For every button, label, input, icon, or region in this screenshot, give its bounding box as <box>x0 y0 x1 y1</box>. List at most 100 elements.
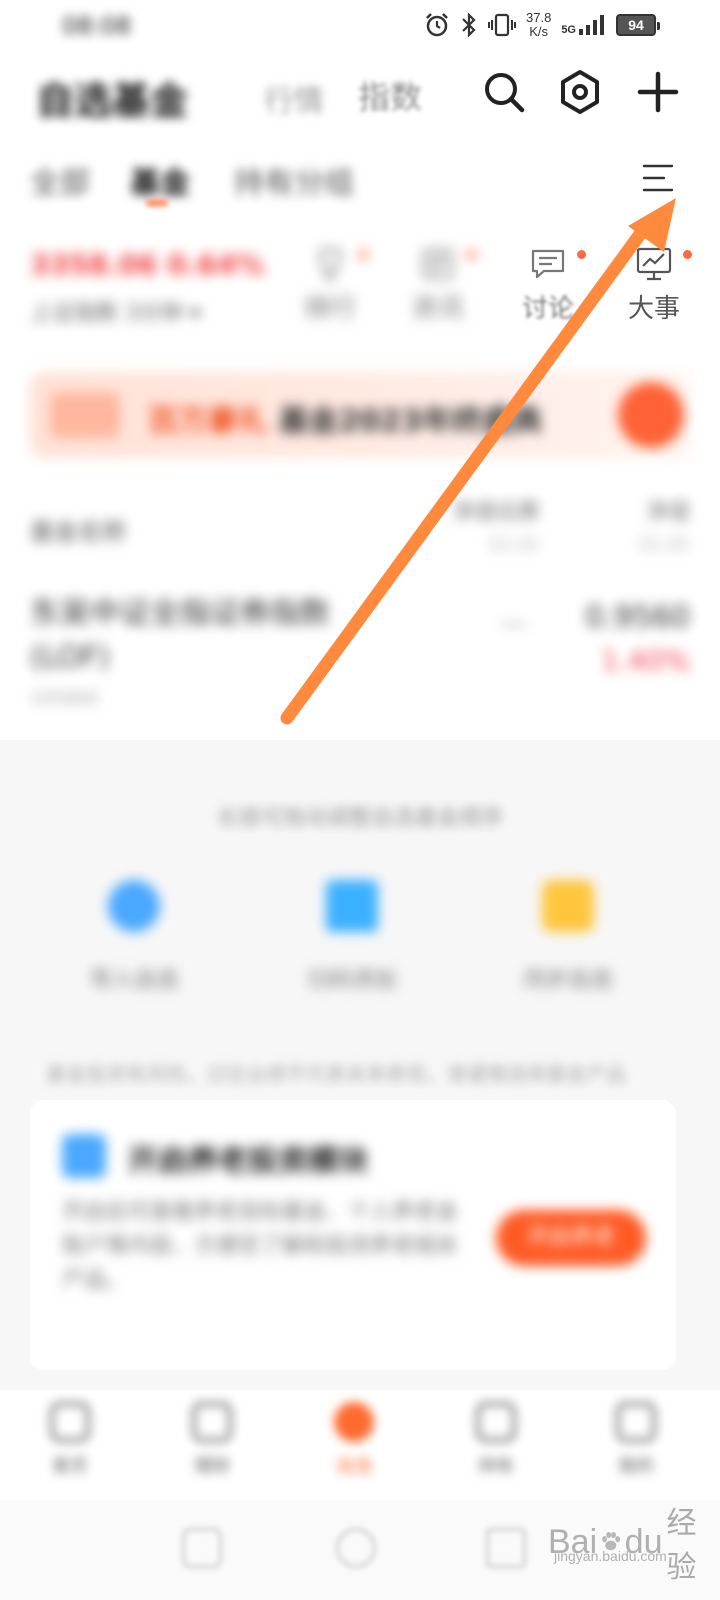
banner-badge <box>50 392 120 438</box>
notification-dot <box>467 250 476 259</box>
column-title: 净值 <box>645 500 690 525</box>
home-icon <box>50 1402 90 1442</box>
plus-icon[interactable] <box>634 68 682 116</box>
subtab-holding-group[interactable]: 持有分组 <box>234 158 354 202</box>
trophy-icon <box>319 248 341 280</box>
nav-label: 持有 <box>478 1456 514 1477</box>
back-button[interactable] <box>486 1528 526 1568</box>
status-icons: 37.8 K/s 5G 94 <box>424 10 660 40</box>
column-title: 净值估算 <box>451 500 540 525</box>
notification-dot <box>577 250 586 259</box>
fund-code: 165806 <box>30 688 99 709</box>
net-speed-unit: K/s <box>529 24 549 39</box>
quick-action-label: 大事 <box>627 294 680 324</box>
baidu-jingyan-watermark: Bai du 经验 jingyan.baidu.com <box>548 1498 708 1584</box>
bluetooth-icon <box>462 12 476 38</box>
index-price: 3358.06 0.64% <box>30 248 265 281</box>
quick-action-news[interactable]: 资讯 <box>398 244 478 328</box>
app-header: 自选基金 行情 指数 <box>0 48 720 138</box>
quick-action-label: 资讯 <box>411 294 464 324</box>
fund-name: 东吴中证全指证券指数(LOF) <box>30 596 330 675</box>
page-title[interactable]: 自选基金 <box>36 70 188 125</box>
fund-name-column[interactable]: 基金名称 <box>30 512 126 547</box>
nav-home[interactable]: 首页 <box>20 1402 120 1478</box>
quick-action-label: 排行 <box>303 294 356 324</box>
signal: 5G <box>561 14 606 36</box>
profile-icon <box>616 1402 656 1442</box>
feature-label: 导入自选 <box>89 968 178 993</box>
market-index-summary[interactable]: 3358.06 0.64% 上证指数 3分钟 ▾ <box>30 248 270 327</box>
import-icon <box>108 880 160 932</box>
holding-icon <box>476 1402 516 1442</box>
search-icon[interactable] <box>480 68 528 116</box>
quick-action-label: 讨论 <box>521 294 574 324</box>
net-speed: 37.8 K/s <box>526 11 551 39</box>
quick-action-discussion[interactable]: 讨论 <box>508 244 588 328</box>
nav-label: 理财 <box>194 1456 230 1477</box>
reorder-tip: 长按可拖动调整自选基金顺序 <box>216 806 503 831</box>
feature-import[interactable]: 导入自选 <box>54 880 214 994</box>
battery-icon: 94 <box>616 14 660 36</box>
estimate-column[interactable]: 净值估算 11-21 <box>452 494 540 555</box>
active-tab-indicator <box>146 200 168 206</box>
battery-level: 94 <box>628 17 644 33</box>
subtab-fund[interactable]: 基金 <box>130 158 190 202</box>
group-tabs: 全部 基金 持有分组 <box>0 148 720 218</box>
notification-dot <box>683 250 692 259</box>
fund-nav: 0.9560 <box>585 600 690 635</box>
fund-list-header: 基金名称 净值估算 11-21 净值 11-21 <box>30 494 690 564</box>
column-date: 11-21 <box>487 534 540 555</box>
card-title: 开启养老投资模块 <box>128 1144 368 1179</box>
status-bar: 08:08 37.8 K/s 5G 94 <box>0 0 720 48</box>
enable-pension-button[interactable]: 开启养老 <box>496 1210 646 1266</box>
banner-text: 百万豪礼 基金2023年终盛典 <box>148 396 542 440</box>
nav-wealth[interactable]: 理财 <box>162 1402 262 1478</box>
table-row[interactable]: 东吴中证全指证券指数(LOF) 165806 — 0.9560 1.40% <box>30 592 690 722</box>
column-date: 11-21 <box>637 534 690 555</box>
status-time: 08:08 <box>62 12 132 40</box>
watchlist-tools: 长按可拖动调整自选基金顺序 导入自选 扫码添加 同步自选 基金投资有风险，过往业… <box>0 740 720 1400</box>
nav-label: 自选 <box>336 1456 372 1477</box>
news-icon <box>422 248 454 280</box>
banner-go-button[interactable] <box>618 382 684 448</box>
nav-label: 我的 <box>618 1456 654 1477</box>
nav-watchlist[interactable]: 自选 <box>304 1402 404 1478</box>
nav-profile[interactable]: 我的 <box>586 1402 686 1478</box>
notification-dot <box>359 250 368 259</box>
nav-label: 首页 <box>52 1456 88 1477</box>
index-name: 上证指数 3分钟 ▾ <box>30 301 202 326</box>
subtab-all[interactable]: 全部 <box>30 158 90 202</box>
chat-icon <box>531 249 565 279</box>
sync-icon <box>542 880 594 932</box>
nav-column[interactable]: 净值 11-21 <box>638 494 690 555</box>
nav-holding[interactable]: 持有 <box>446 1402 546 1478</box>
watchlist-icon <box>334 1402 374 1442</box>
vibrate-icon <box>488 13 516 37</box>
watermark-url: jingyan.baidu.com <box>554 1548 667 1564</box>
feature-sync[interactable]: 同步自选 <box>488 880 648 994</box>
alarm-icon <box>426 13 448 37</box>
tab-market[interactable]: 行情 <box>264 76 324 120</box>
quick-action-events[interactable]: 大事 <box>614 244 694 328</box>
scan-icon <box>326 880 378 932</box>
tab-index[interactable]: 指数 <box>358 72 422 118</box>
fund-change: 1.40% <box>601 644 690 677</box>
banner-title: 基金2023年终盛典 <box>278 404 542 439</box>
feature-label: 扫码添加 <box>307 968 396 993</box>
banner-highlight: 百万豪礼 <box>148 404 268 439</box>
settings-hexagon-icon[interactable] <box>556 68 604 116</box>
signal-icon <box>579 15 604 35</box>
fund-watchlist-panel: 自选基金 行情 指数 全部 基金 持有分组 3358.06 0.64% 上证指数… <box>0 48 720 740</box>
risk-disclaimer: 基金投资有风险，过往业绩不代表未来表现，请谨慎选择基金产品 <box>46 1062 626 1086</box>
home-button[interactable] <box>336 1528 376 1568</box>
menu-lines-icon[interactable] <box>640 160 676 196</box>
card-description: 开启后可查看养老目标基金、个人养老金账户等内容，方便您了解和投资养老相关产品。 <box>62 1200 459 1293</box>
quick-action-ranking[interactable]: 排行 <box>290 244 370 328</box>
wealth-icon <box>192 1402 232 1442</box>
feature-scan[interactable]: 扫码添加 <box>272 880 432 994</box>
promo-banner[interactable]: 百万豪礼 基金2023年终盛典 <box>30 372 690 458</box>
pension-icon <box>62 1134 106 1178</box>
network-type: 5G <box>561 24 576 36</box>
recent-apps-button[interactable] <box>182 1528 222 1568</box>
net-speed-value: 37.8 <box>526 10 552 25</box>
